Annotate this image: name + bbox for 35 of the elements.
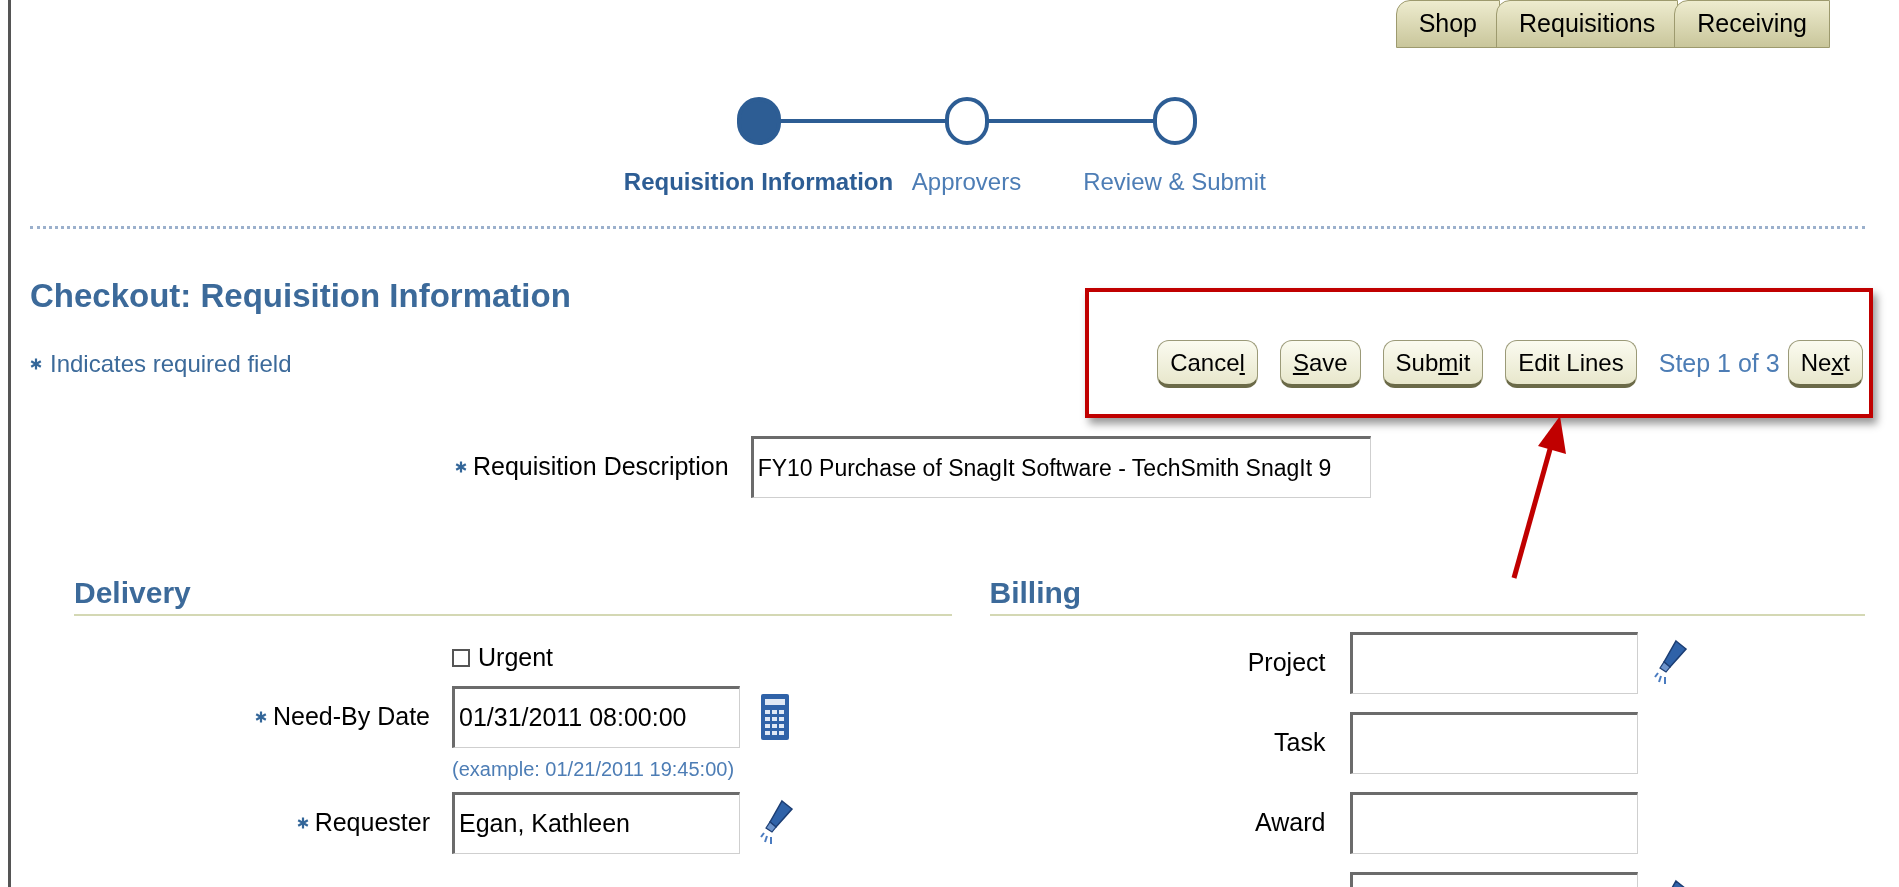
checkbox[interactable] — [452, 649, 470, 667]
page-heading: Checkout: Requisition Information — [30, 279, 571, 312]
calendar-icon[interactable] — [760, 693, 790, 741]
toolbar-button[interactable]: Edit Lines — [1505, 340, 1637, 388]
flashlight-icon[interactable] — [760, 799, 794, 847]
input-field[interactable] — [1349, 792, 1638, 854]
input-field[interactable]: 01/31/2011 08:00:00 — [452, 686, 740, 748]
checkbox-label: Urgent — [478, 642, 554, 674]
field-label: Project — [1247, 647, 1326, 679]
required-icon — [30, 358, 42, 370]
field-label: Need-By Date — [272, 701, 430, 733]
step-indicator: Step 1 of 3 — [1658, 348, 1780, 380]
toolbar-button[interactable]: Cancel — [1157, 340, 1258, 388]
tab[interactable]: Receiving — [1674, 0, 1830, 48]
toolbar-button[interactable]: Submit — [1382, 340, 1484, 388]
toolbar-button[interactable]: Save — [1279, 340, 1361, 388]
input-field[interactable]: Egan, Kathleen — [452, 792, 740, 854]
input-field[interactable] — [1349, 632, 1638, 694]
section-title: Billing — [989, 578, 1082, 611]
step-label[interactable]: Review & Submit — [1083, 164, 1266, 200]
tab[interactable]: Shop — [1395, 0, 1501, 48]
section-title: Delivery — [74, 578, 191, 611]
required-note: Indicates required field — [50, 349, 292, 379]
flashlight-icon[interactable] — [1653, 639, 1688, 687]
step-label[interactable]: Approvers — [911, 164, 1022, 200]
hint-text: (example: 01/21/2011 19:45:00) — [452, 757, 736, 782]
field-label: Award — [1255, 807, 1326, 839]
field-label: Requisition Description — [473, 451, 729, 483]
tab[interactable]: Requisitions — [1496, 0, 1679, 48]
step-label[interactable]: Requisition Information — [623, 164, 894, 200]
input-field[interactable] — [1349, 712, 1638, 774]
toolbar-button[interactable]: Next — [1787, 340, 1863, 388]
input-field[interactable]: FY10 Purchase of SnagIt Software - TechSmith SnagIt 9 — [750, 436, 1371, 498]
field-label: Requester — [314, 807, 430, 839]
field-label: Task — [1274, 727, 1326, 759]
